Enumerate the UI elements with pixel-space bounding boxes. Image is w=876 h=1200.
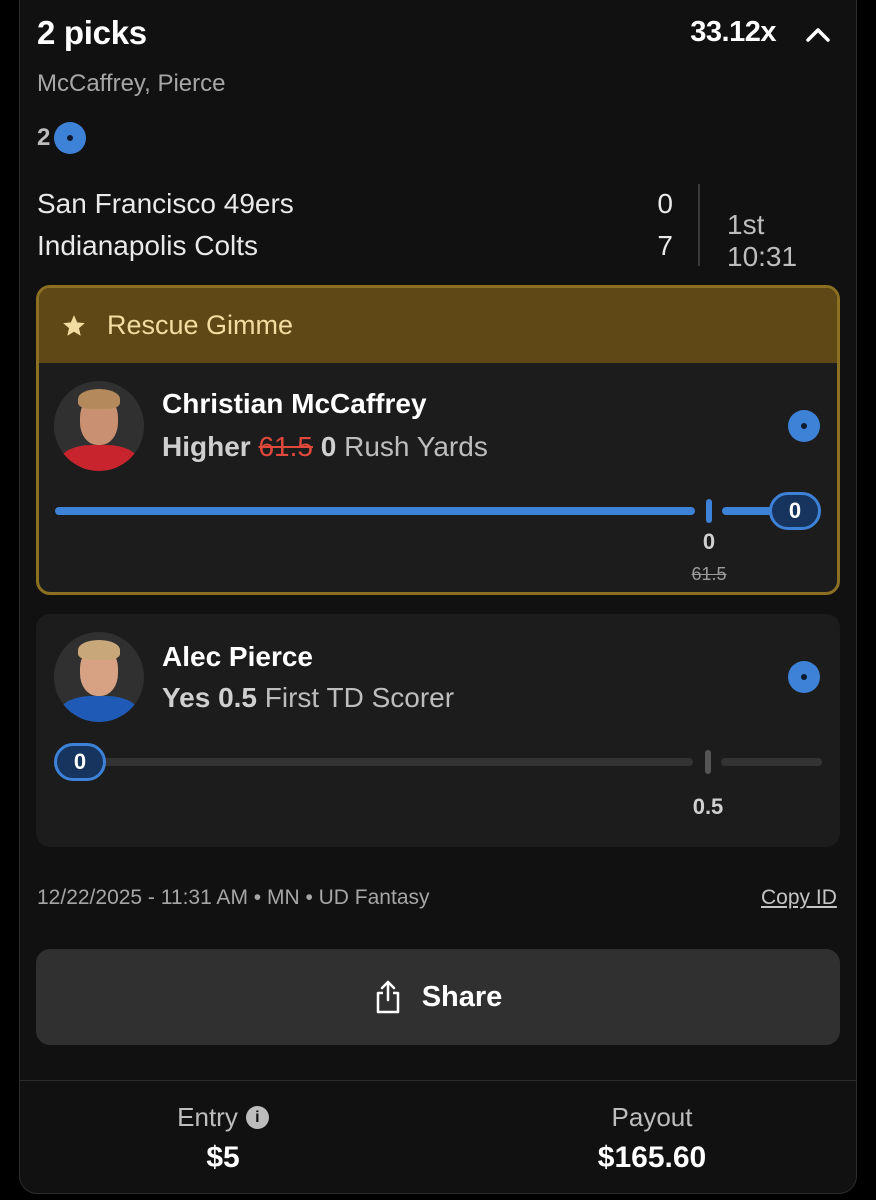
entry-label: Entry <box>177 1102 238 1132</box>
pick-direction: Higher <box>162 431 251 462</box>
chevron-up-icon[interactable] <box>803 20 833 50</box>
game-clock: 1st 10:31 <box>727 209 798 272</box>
share-button[interactable]: Share <box>36 949 840 1045</box>
footer-divider <box>20 1080 856 1081</box>
star-icon <box>63 314 85 336</box>
live-dot-icon <box>788 661 820 693</box>
player-avatar <box>54 632 144 722</box>
rescue-gimme-banner: Rescue Gimme <box>39 288 837 363</box>
stat-name: Rush Yards <box>344 431 488 462</box>
game-scoreboard: San Francisco 49ers Indianapolis Colts 0… <box>37 184 837 272</box>
pick-direction: Yes <box>162 682 211 713</box>
live-picks-count: 2 <box>37 122 87 154</box>
payout-value: $165.60 <box>597 1141 707 1174</box>
line-marker-tick <box>705 750 711 774</box>
pick-line: Higher 61.5 0 Rush Yards <box>162 431 488 463</box>
live-dot-icon <box>788 410 820 442</box>
player-name: Alec Pierce <box>162 641 313 672</box>
progress-track <box>80 758 693 766</box>
players-summary: McCaffrey, Pierce <box>37 70 226 97</box>
progress-track <box>55 507 695 515</box>
rescue-gimme-label: Rescue Gimme <box>107 310 294 340</box>
pick-card-pierce[interactable]: Alec Pierce Yes 0.5 First TD Scorer 0 0.… <box>36 614 840 847</box>
entry-amount: Entry i $5 <box>73 1102 373 1175</box>
progress-track-end <box>721 758 822 766</box>
payout-label: Payout <box>611 1102 693 1132</box>
team-score-away: 7 <box>657 230 673 261</box>
player-avatar <box>54 381 144 471</box>
picks-title: 2 picks <box>37 14 147 51</box>
share-icon <box>376 980 399 1014</box>
pick-card-mccaffrey[interactable]: Rescue Gimme Christian McCaffrey Higher … <box>36 285 840 595</box>
adjusted-line: 0 <box>320 431 337 462</box>
copy-id-link[interactable]: Copy ID <box>761 886 837 910</box>
team-name-home: San Francisco 49ers <box>37 188 294 219</box>
live-count-number: 2 <box>37 124 51 151</box>
player-name: Christian McCaffrey <box>162 388 427 419</box>
info-icon[interactable]: i <box>245 1106 269 1129</box>
live-dot-icon <box>54 122 87 154</box>
pick-line-value: 0.5 <box>218 682 257 713</box>
payout-multiplier: 33.12x <box>690 16 776 48</box>
line-marker-tick <box>706 499 712 523</box>
entry-value: $5 <box>206 1141 240 1174</box>
entry-metadata: 12/22/2025 - 11:31 AM • MN • UD Fantasy <box>37 886 430 909</box>
team-score-home: 0 <box>657 188 673 219</box>
line-marker-label: 0 <box>702 529 716 554</box>
current-value-pill: 0 <box>769 492 821 530</box>
team-name-away: Indianapolis Colts <box>37 230 259 261</box>
scoreboard-divider <box>698 184 700 266</box>
payout-amount: Payout $165.60 <box>502 1102 802 1175</box>
current-value-pill: 0 <box>54 743 106 781</box>
original-line-marker-label: 61.5 <box>691 564 727 584</box>
pick-line: Yes 0.5 First TD Scorer <box>162 682 454 714</box>
original-line: 61.5 <box>258 431 313 462</box>
share-label: Share <box>421 980 503 1013</box>
line-marker-label: 0.5 <box>692 794 724 819</box>
stat-name: First TD Scorer <box>264 682 455 713</box>
